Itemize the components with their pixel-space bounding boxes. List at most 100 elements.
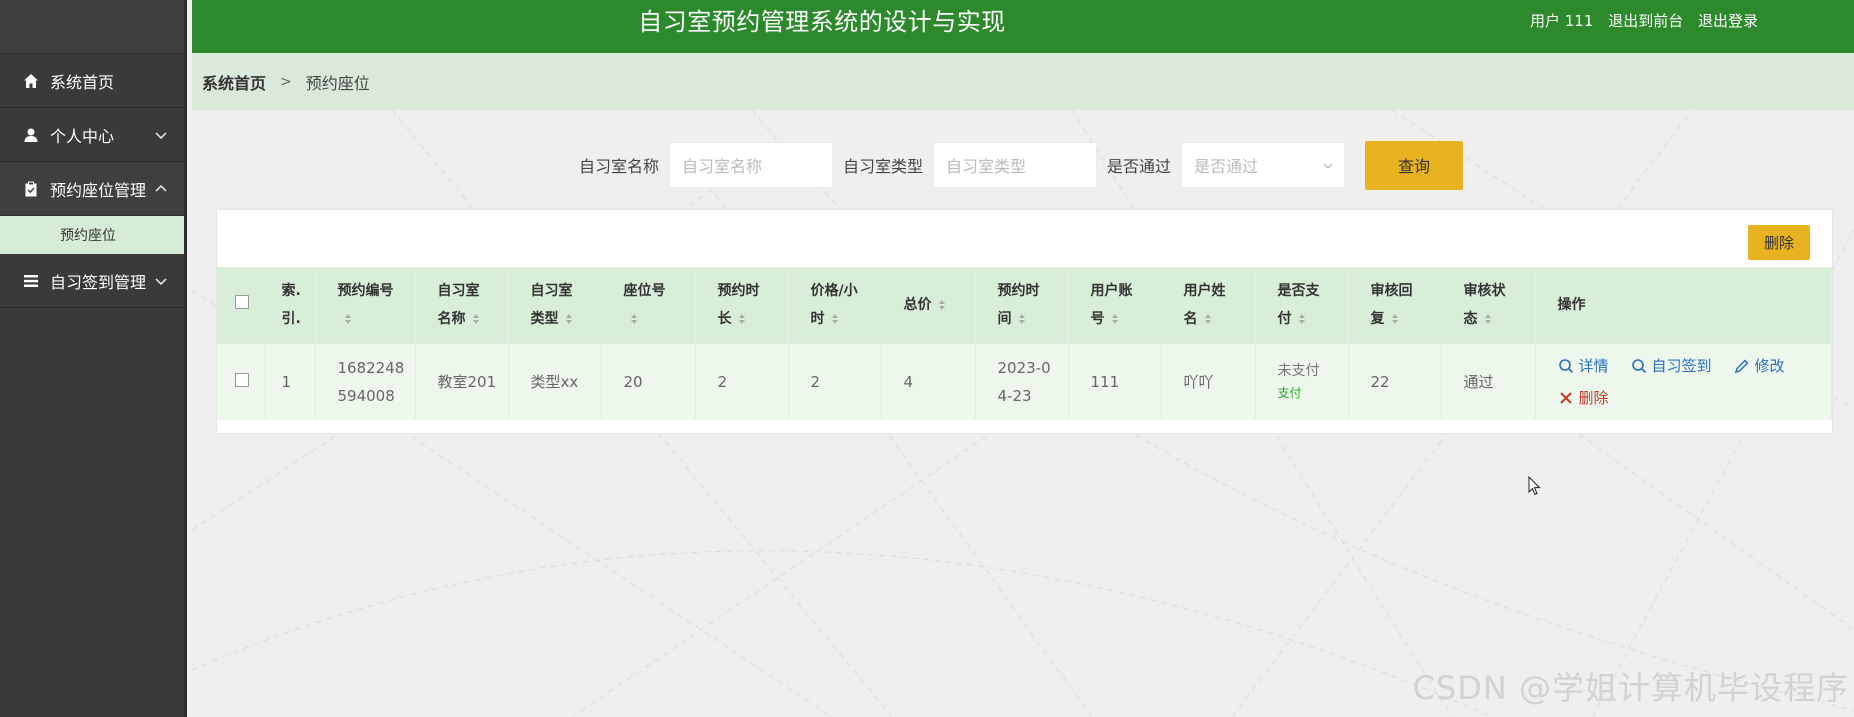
edit-button[interactable]: 修改 <box>1734 350 1785 382</box>
approved-select[interactable]: 是否通过 <box>1181 142 1346 188</box>
back-to-front-link[interactable]: 退出到前台 <box>1608 12 1683 30</box>
sidebar-item-booking-management[interactable]: 预约座位管理 <box>0 162 187 216</box>
col-booking-no[interactable]: 预约编号 <box>315 267 416 343</box>
logout-link[interactable]: 退出登录 <box>1698 12 1758 30</box>
cell-duration: 2 <box>695 342 789 420</box>
sidebar-item-label: 自习签到管理 <box>50 272 147 292</box>
sort-icon[interactable] <box>1391 313 1399 325</box>
select-all-checkbox[interactable] <box>235 294 249 309</box>
sidebar-item-label: 系统首页 <box>50 72 115 92</box>
col-price[interactable]: 价格/小时 <box>788 267 882 343</box>
cell-account: 111 <box>1068 342 1162 420</box>
sidebar-item-profile[interactable]: 个人中心 <box>0 108 187 162</box>
cell-actions: 详情 自习签到 修改 删除 <box>1535 342 1832 420</box>
sort-icon[interactable] <box>831 313 839 325</box>
cell-price: 2 <box>788 342 882 420</box>
cell-total: 4 <box>881 342 976 420</box>
row-checkbox[interactable] <box>235 372 249 387</box>
col-user-name[interactable]: 用户姓名 <box>1161 267 1256 343</box>
room-type-input[interactable]: 自习室类型 <box>933 142 1098 188</box>
sidebar-item-home[interactable]: 系统首页 <box>0 54 187 108</box>
sort-icon[interactable] <box>472 313 480 325</box>
app-title: 自习室预约管理系统的设计与实现 <box>638 8 1006 36</box>
cell-room-name: 教室201 <box>415 342 509 420</box>
col-seat-no[interactable]: 座位号 <box>601 267 696 343</box>
sort-icon[interactable] <box>1298 313 1306 325</box>
search-icon <box>1558 358 1573 373</box>
table-header-row: 索. 引. 预约编号 自习室 名称 自习室 类型 座位号 预约时长 价格/小时 总价 … <box>217 267 1832 343</box>
pay-link[interactable]: 支付 <box>1278 382 1348 404</box>
room-name-placeholder: 自习室名称 <box>682 157 763 176</box>
row-actions: 详情 自习签到 修改 删除 <box>1558 350 1818 414</box>
pencil-icon <box>1734 359 1749 373</box>
room-type-placeholder: 自习室类型 <box>946 157 1027 176</box>
row-select-cell[interactable] <box>217 342 266 420</box>
sidebar: 系统首页 个人中心 预约座位管理 预约座位 自习签到管理 <box>0 0 187 717</box>
sort-icon[interactable] <box>1018 313 1026 325</box>
cell-user-name: 吖吖 <box>1161 342 1256 420</box>
cell-time: 2023-0 4-23 <box>975 342 1069 420</box>
clipboard-icon <box>22 180 40 198</box>
room-type-label: 自习室类型 <box>843 157 924 176</box>
sort-icon[interactable] <box>1204 313 1212 325</box>
main-content: 自习室名称 自习室名称 自习室类型 自习室类型 是否通过 是否通过 查询 删除 … <box>192 110 1854 717</box>
col-audit[interactable]: 审核状态 <box>1441 267 1536 343</box>
sort-icon[interactable] <box>630 313 638 325</box>
sort-icon[interactable] <box>1484 313 1492 325</box>
sidebar-top <box>0 0 187 54</box>
cell-reply: 22 <box>1348 342 1442 420</box>
room-name-input[interactable]: 自习室名称 <box>669 142 834 188</box>
sort-icon[interactable] <box>938 299 946 311</box>
cell-seat-no: 20 <box>601 342 696 420</box>
col-time[interactable]: 预约时间 <box>975 267 1069 343</box>
sort-icon[interactable] <box>344 313 352 325</box>
breadcrumb-home[interactable]: 系统首页 <box>202 70 266 94</box>
detail-button[interactable]: 详情 <box>1558 350 1609 382</box>
chevron-down-icon <box>155 131 167 139</box>
cell-index: 1 <box>265 342 316 420</box>
sidebar-subitem-label: 预约座位 <box>60 228 116 244</box>
chevron-down-icon <box>1323 163 1333 169</box>
chevron-up-icon <box>155 184 167 192</box>
col-room-type[interactable]: 自习室 类型 <box>508 267 602 343</box>
user-links: 用户 111 退出到前台 退出登录 <box>1520 0 1758 44</box>
pay-status: 未支付 <box>1277 362 1320 379</box>
col-duration[interactable]: 预约时长 <box>695 267 789 343</box>
col-total[interactable]: 总价 <box>881 267 976 343</box>
search-icon <box>1631 358 1646 373</box>
select-all-cell[interactable] <box>217 267 266 343</box>
breadcrumb: 系统首页 > 预约座位 <box>192 53 1854 110</box>
cell-paid: 未支付 支付 <box>1255 342 1349 420</box>
user-icon <box>22 126 40 144</box>
col-ops: 操作 <box>1535 267 1832 343</box>
delete-button[interactable]: 删除 <box>1558 382 1609 414</box>
sidebar-item-label: 预约座位管理 <box>50 180 147 200</box>
watermark: CSDN @学姐计算机毕设程序 <box>1412 669 1849 707</box>
close-icon <box>1559 392 1572 404</box>
cell-room-type: 类型xx <box>508 342 602 420</box>
col-index: 索. 引. <box>265 267 316 343</box>
search-bar: 自习室名称 自习室名称 自习室类型 自习室类型 是否通过 是否通过 查询 <box>579 140 1464 190</box>
col-room-name[interactable]: 自习室 名称 <box>415 267 509 343</box>
top-header: 自习室预约管理系统的设计与实现 用户 111 退出到前台 退出登录 <box>192 0 1854 53</box>
approved-placeholder: 是否通过 <box>1194 157 1259 176</box>
sort-icon[interactable] <box>1111 313 1119 325</box>
col-reply[interactable]: 审核回复 <box>1348 267 1442 343</box>
col-paid[interactable]: 是否支付 <box>1255 267 1349 343</box>
sidebar-subitem-book-seat[interactable]: 预约座位 <box>0 216 187 254</box>
col-account[interactable]: 用户账号 <box>1068 267 1162 343</box>
sidebar-item-checkin-management[interactable]: 自习签到管理 <box>0 254 187 308</box>
approved-label: 是否通过 <box>1107 157 1172 176</box>
breadcrumb-separator: > <box>280 73 292 90</box>
sort-icon[interactable] <box>738 313 746 325</box>
table-row[interactable]: 1 1682248 594008 教室201 类型xx 20 2 2 4 2023… <box>217 342 1832 420</box>
sort-icon[interactable] <box>565 313 573 325</box>
table-panel: 删除 索. 引. 预约编号 自习室 名称 自习室 类型 座位号 预约时长 价格/小时 … <box>216 209 1833 434</box>
cell-audit: 通过 <box>1441 342 1536 420</box>
bulk-delete-button[interactable]: 删除 <box>1748 225 1810 260</box>
query-button[interactable]: 查询 <box>1365 140 1464 190</box>
sidebar-edge <box>184 0 187 717</box>
room-name-label: 自习室名称 <box>579 157 660 176</box>
cell-booking-no: 1682248 594008 <box>315 342 416 420</box>
checkin-button[interactable]: 自习签到 <box>1631 350 1712 382</box>
